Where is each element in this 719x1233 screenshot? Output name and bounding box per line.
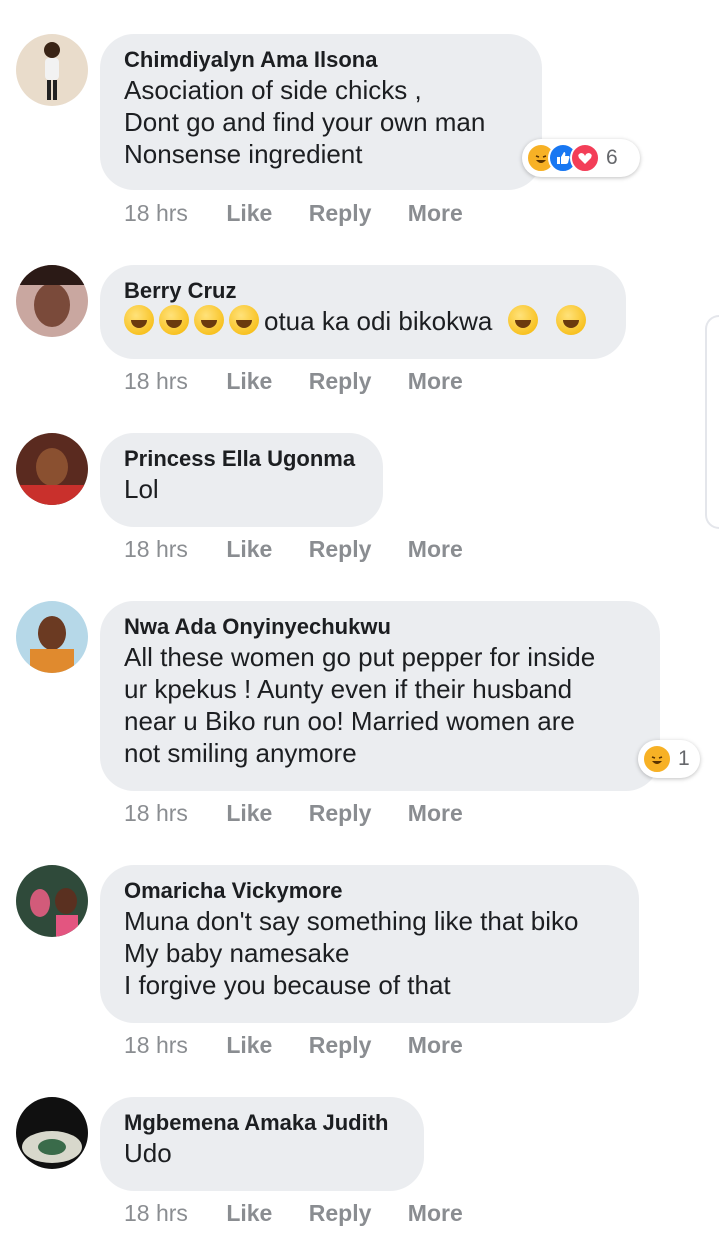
comment-text: Udo <box>124 1138 172 1168</box>
comment-text: Lol <box>124 474 159 504</box>
reply-button[interactable]: Reply <box>309 200 372 227</box>
comment-author[interactable]: Princess Ella Ugonma <box>124 445 359 473</box>
comment-text: All these women go put pepper for inside… <box>124 642 596 768</box>
love-icon <box>570 143 600 173</box>
comment-actions: 18 hrs Like Reply More <box>124 200 493 227</box>
comment-actions: 18 hrs Like Reply More <box>124 536 493 563</box>
comment-time[interactable]: 18 hrs <box>124 200 188 227</box>
sweat-smile-emoji <box>507 305 538 335</box>
haha-icon <box>642 744 672 774</box>
more-button[interactable]: More <box>408 1032 463 1059</box>
reply-button[interactable]: Reply <box>309 800 372 827</box>
comment-bubble[interactable]: Chimdiyalyn Ama Ilsona Asociation of sid… <box>100 34 542 190</box>
like-button[interactable]: Like <box>226 536 272 563</box>
comment-author[interactable]: Chimdiyalyn Ama Ilsona <box>124 46 518 74</box>
avatar[interactable] <box>16 601 88 673</box>
like-button[interactable]: Like <box>226 200 272 227</box>
comment-actions: 18 hrs Like Reply More <box>124 1200 493 1227</box>
avatar[interactable] <box>16 34 88 106</box>
reaction-summary[interactable]: 1 <box>638 740 700 778</box>
more-button[interactable]: More <box>408 200 463 227</box>
joy-emoji <box>194 305 224 335</box>
more-button[interactable]: More <box>408 800 463 827</box>
comment-author[interactable]: Nwa Ada Onyinyechukwu <box>124 613 636 641</box>
reaction-summary[interactable]: 6 <box>522 139 640 177</box>
comment-bubble[interactable]: Omaricha Vickymore Muna don't say someth… <box>100 865 639 1023</box>
reply-button[interactable]: Reply <box>309 536 372 563</box>
sweat-smile-emoji <box>555 305 586 335</box>
more-button[interactable]: More <box>408 536 463 563</box>
comment-text: Asociation of side chicks , Dont go and … <box>124 75 486 169</box>
comment-actions: 18 hrs Like Reply More <box>124 368 493 395</box>
reply-button[interactable]: Reply <box>309 1200 372 1227</box>
comment-text-segment: otua ka odi bikokwa <box>264 306 493 336</box>
reply-button[interactable]: Reply <box>309 368 372 395</box>
comment-time[interactable]: 18 hrs <box>124 1200 188 1227</box>
joy-emoji <box>159 305 189 335</box>
comment-author[interactable]: Mgbemena Amaka Judith <box>124 1109 400 1137</box>
comment-actions: 18 hrs Like Reply More <box>124 800 493 827</box>
avatar[interactable] <box>16 433 88 505</box>
avatar[interactable] <box>16 265 88 337</box>
comment-text: otua ka odi bikokwa <box>124 305 602 337</box>
comment-author[interactable]: Berry Cruz <box>124 277 602 305</box>
comment-bubble[interactable]: Princess Ella Ugonma Lol <box>100 433 383 527</box>
reply-button[interactable]: Reply <box>309 1032 372 1059</box>
comment-bubble[interactable]: Berry Cruz otua ka odi bikokwa <box>100 265 626 359</box>
comment-text: Muna don't say something like that biko … <box>124 906 579 1000</box>
like-button[interactable]: Like <box>226 368 272 395</box>
comment-time[interactable]: 18 hrs <box>124 368 188 395</box>
like-button[interactable]: Like <box>226 1032 272 1059</box>
like-button[interactable]: Like <box>226 800 272 827</box>
joy-emoji <box>229 305 259 335</box>
joy-emoji <box>124 305 154 335</box>
like-button[interactable]: Like <box>226 1200 272 1227</box>
reaction-count: 1 <box>678 747 690 770</box>
comment-time[interactable]: 18 hrs <box>124 1032 188 1059</box>
more-button[interactable]: More <box>408 1200 463 1227</box>
side-panel-edge <box>705 315 719 529</box>
comment-author[interactable]: Omaricha Vickymore <box>124 877 615 905</box>
avatar[interactable] <box>16 865 88 937</box>
comment-actions: 18 hrs Like Reply More <box>124 1032 493 1059</box>
comment-time[interactable]: 18 hrs <box>124 536 188 563</box>
reaction-count: 6 <box>606 146 618 169</box>
comment-time[interactable]: 18 hrs <box>124 800 188 827</box>
more-button[interactable]: More <box>408 368 463 395</box>
comment-bubble[interactable]: Nwa Ada Onyinyechukwu All these women go… <box>100 601 660 791</box>
comment-bubble[interactable]: Mgbemena Amaka Judith Udo <box>100 1097 424 1191</box>
avatar[interactable] <box>16 1097 88 1169</box>
